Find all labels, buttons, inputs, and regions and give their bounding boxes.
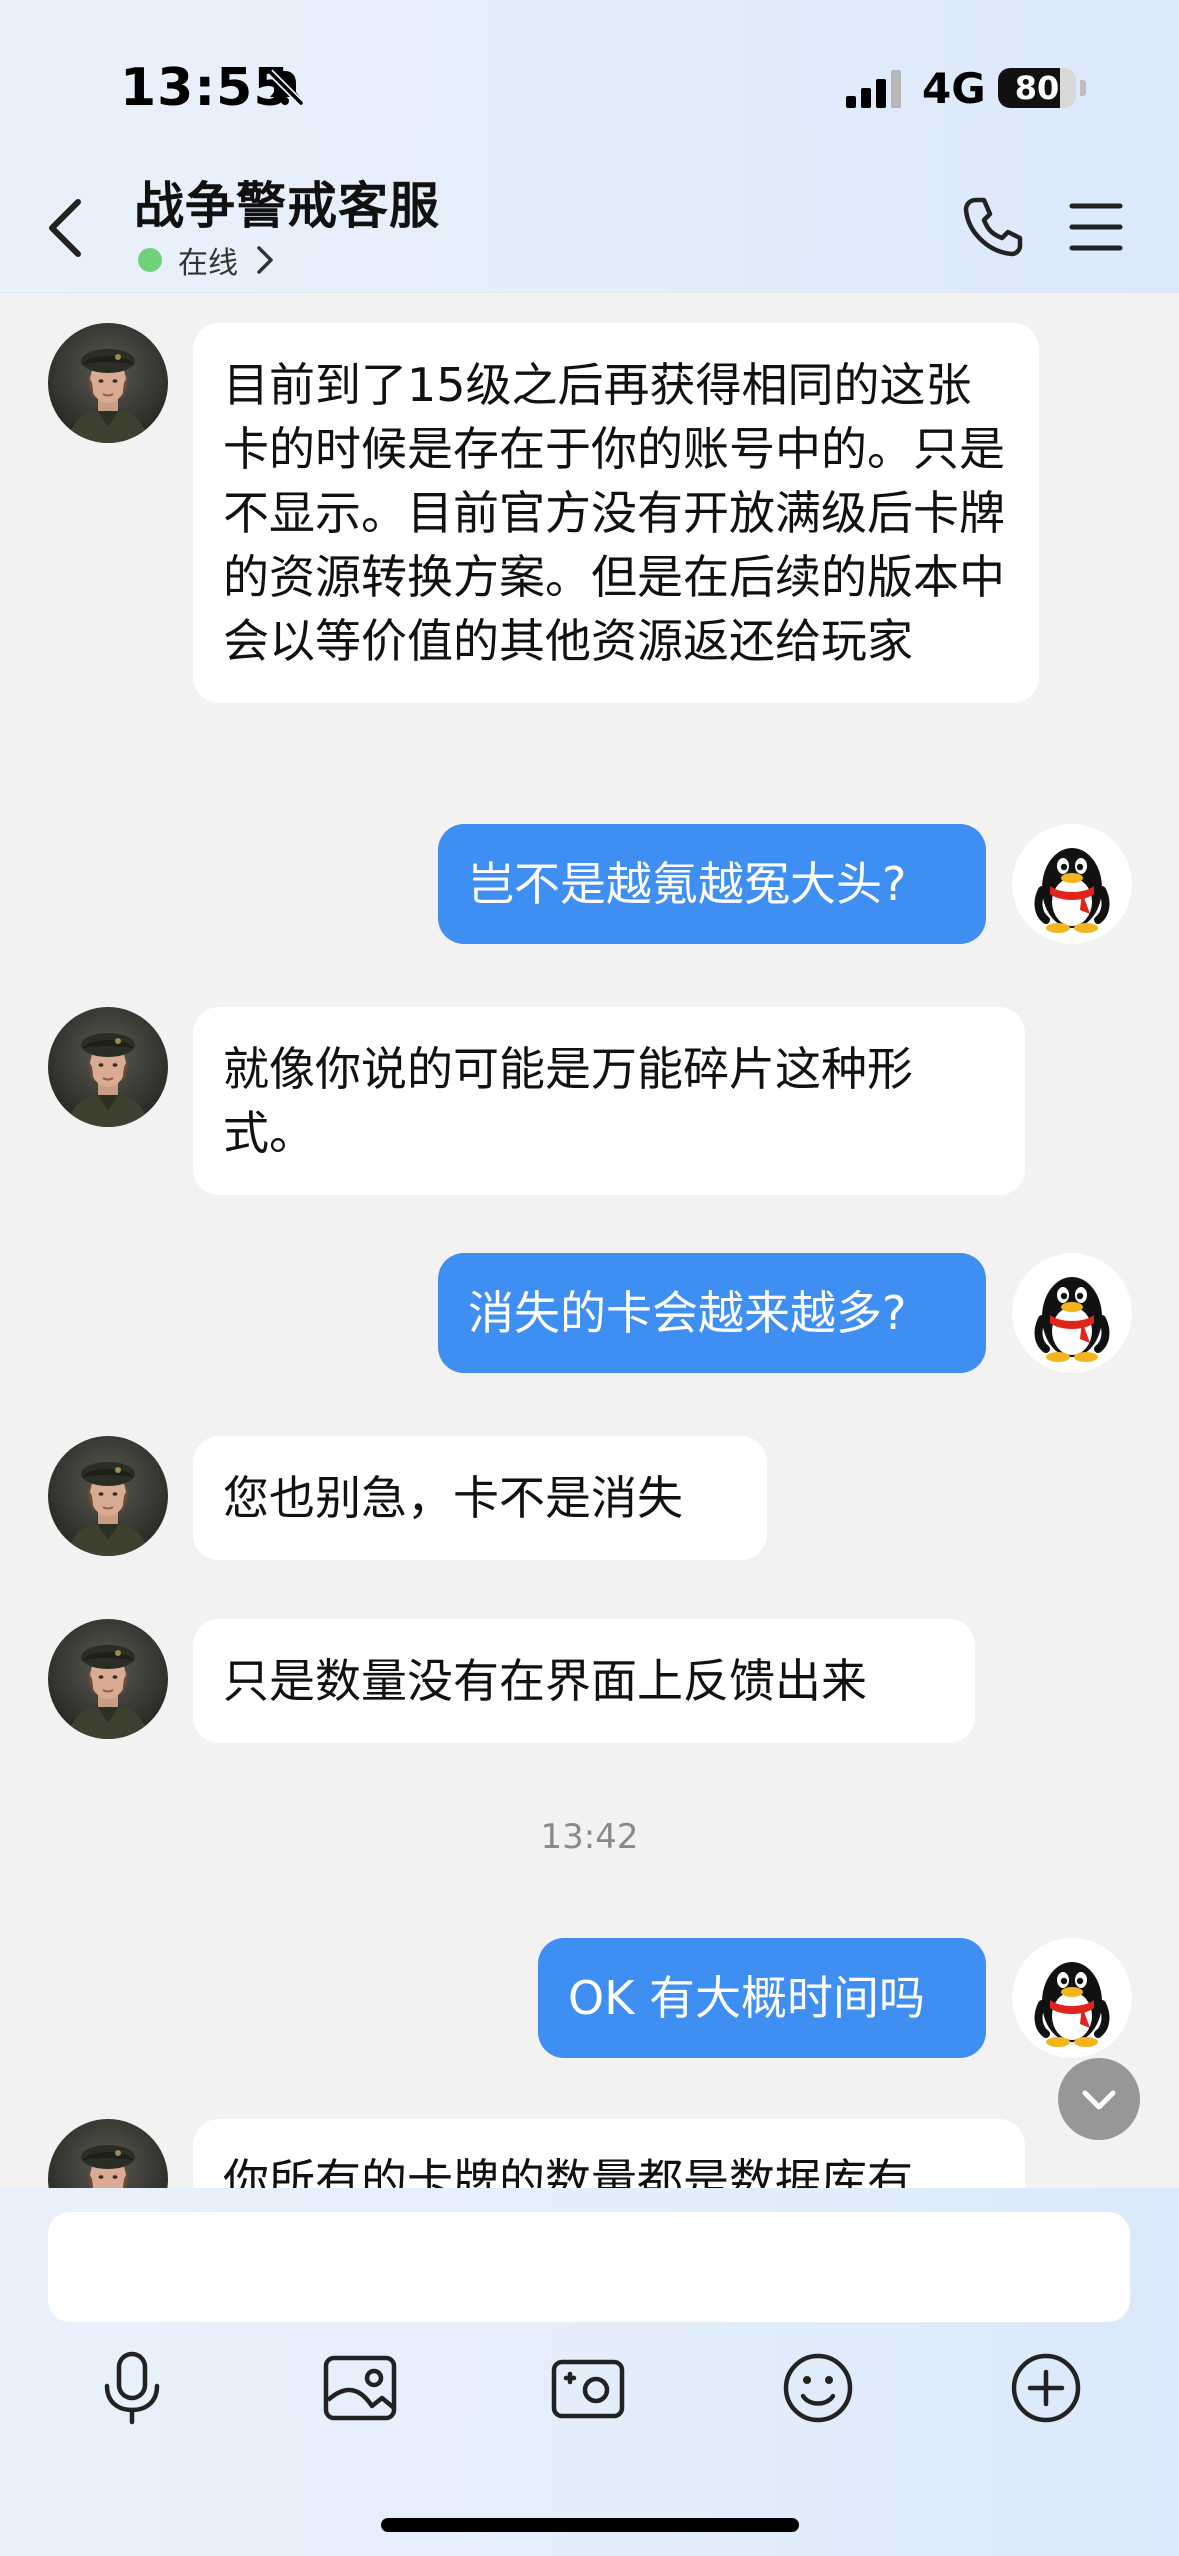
message-bubble-outgoing[interactable]: 岂不是越氪越冤大头? <box>438 824 986 944</box>
chevron-right-icon <box>257 246 273 274</box>
battery-percent: 80 <box>1014 69 1060 107</box>
phone-icon[interactable] <box>960 194 1026 260</box>
plus-icon[interactable] <box>1006 2348 1086 2428</box>
header: 13:55 4G 80 战争警戒客服 在线 <box>0 0 1179 293</box>
agent-avatar[interactable] <box>48 323 168 443</box>
message-timestamp: 13:42 <box>540 1817 639 1857</box>
agent-avatar[interactable] <box>48 1436 168 1556</box>
back-chevron-icon[interactable] <box>42 196 90 260</box>
home-indicator <box>381 2518 799 2532</box>
battery-icon: 80 <box>998 68 1076 108</box>
scroll-to-bottom-button[interactable] <box>1058 2058 1140 2140</box>
message-bubble-outgoing[interactable]: 消失的卡会越来越多? <box>438 1253 986 1373</box>
message-bubble-incoming[interactable]: 就像你说的可能是万能碎片这种形式。 <box>193 1007 1025 1195</box>
camera-icon[interactable] <box>548 2348 628 2428</box>
battery-cap <box>1080 80 1086 96</box>
user-avatar[interactable] <box>1012 1938 1132 2058</box>
menu-icon[interactable] <box>1068 200 1124 254</box>
message-list[interactable]: 目前到了15级之后再获得相同的这张卡的时候是存在于你的账号中的。只是不显示。目前… <box>0 293 1179 2188</box>
agent-avatar[interactable] <box>48 1619 168 1739</box>
agent-avatar[interactable] <box>48 2119 168 2188</box>
agent-avatar[interactable] <box>48 1007 168 1127</box>
message-input[interactable] <box>48 2212 1130 2322</box>
microphone-icon[interactable] <box>92 2348 172 2428</box>
cellular-signal-icon <box>846 70 901 108</box>
presence-label: 在线 <box>178 246 238 281</box>
user-avatar[interactable] <box>1012 1253 1132 1373</box>
chat-title[interactable]: 战争警戒客服 <box>134 166 440 238</box>
chevron-down-icon <box>1082 2090 1116 2110</box>
network-type: 4G <box>922 64 986 113</box>
bell-muted-icon <box>267 69 304 106</box>
presence-status[interactable]: 在线 <box>138 240 276 281</box>
user-avatar[interactable] <box>1012 824 1132 944</box>
message-bubble-incoming[interactable]: 只是数量没有在界面上反馈出来 <box>193 1619 975 1743</box>
message-bubble-outgoing[interactable]: OK 有大概时间吗 <box>538 1938 986 2058</box>
message-bubble-incoming[interactable]: 您也别急，卡不是消失 <box>193 1436 767 1560</box>
image-icon[interactable] <box>320 2348 400 2428</box>
message-bubble-incoming[interactable]: 目前到了15级之后再获得相同的这张卡的时候是存在于你的账号中的。只是不显示。目前… <box>193 323 1039 703</box>
composer <box>0 2188 1179 2556</box>
emoji-icon[interactable] <box>778 2348 858 2428</box>
online-dot <box>138 248 162 272</box>
message-bubble-incoming[interactable]: 你所有的卡牌的数量都是数据库有 <box>193 2119 1025 2188</box>
